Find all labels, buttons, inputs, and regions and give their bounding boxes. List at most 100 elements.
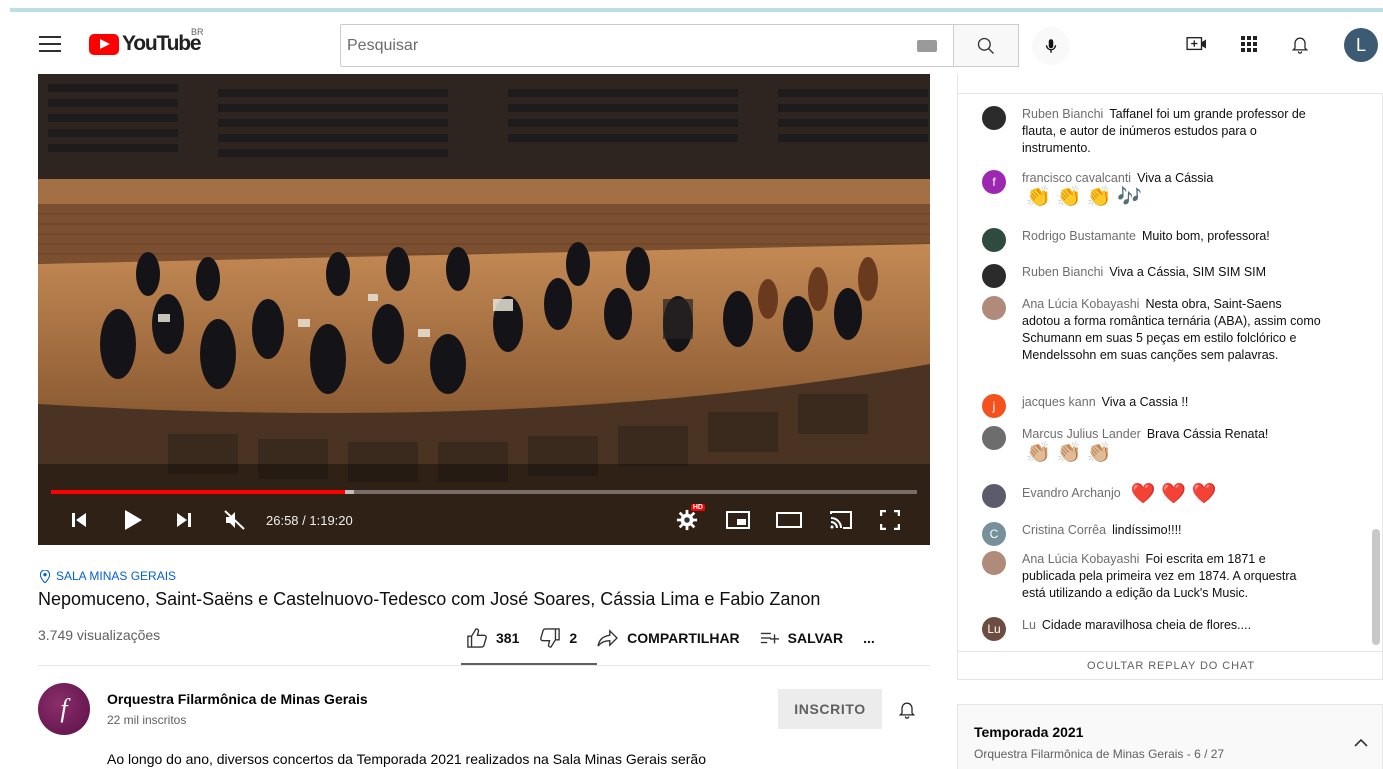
thumbs-down-icon bbox=[540, 628, 561, 648]
more-actions-label: ... bbox=[863, 630, 875, 646]
chat-avatar[interactable] bbox=[982, 106, 1006, 130]
chat-message-body: jacques kann Viva a Cassia !! bbox=[1022, 394, 1322, 418]
microphone-icon bbox=[1045, 39, 1057, 53]
add-to-playlist-icon bbox=[760, 632, 779, 644]
video-description: Ao longo do ano, diversos concertos da T… bbox=[107, 751, 706, 767]
muted-volume-icon[interactable] bbox=[221, 506, 249, 534]
subscribed-button[interactable]: INSCRITO bbox=[778, 689, 882, 729]
settings-gear-icon[interactable]: HD bbox=[674, 504, 705, 534]
location-link[interactable]: SALA MINAS GERAIS bbox=[40, 569, 176, 583]
chat-avatar[interactable]: j bbox=[982, 394, 1006, 418]
search-box[interactable] bbox=[340, 24, 954, 67]
miniplayer-icon[interactable] bbox=[724, 506, 752, 534]
save-label: SALVAR bbox=[787, 630, 844, 646]
chat-author: francisco cavalcanti bbox=[1022, 171, 1132, 185]
player-controls: 26:58 / 1:19:20 HD bbox=[38, 498, 930, 545]
chat-avatar[interactable] bbox=[982, 296, 1006, 320]
chat-message-body: Ruben Bianchi Taffanel foi um grande prof… bbox=[1022, 106, 1322, 157]
chat-author: Ana Lúcia Kobayashi bbox=[1022, 297, 1140, 311]
youtube-logo[interactable]: YouTube BR bbox=[89, 27, 204, 56]
chat-avatar[interactable] bbox=[982, 551, 1006, 575]
chat-message: Ana Lúcia Kobayashi Foi escrita em 1871 e… bbox=[982, 551, 1342, 602]
chat-avatar[interactable] bbox=[982, 484, 1006, 508]
channel-name[interactable]: Orquestra Filarmônica de Minas Gerais bbox=[107, 691, 368, 707]
cast-icon[interactable] bbox=[826, 506, 856, 534]
subscriber-count: 22 mil inscritos bbox=[107, 713, 187, 727]
location-pin-icon bbox=[40, 569, 50, 583]
region-code: BR bbox=[191, 27, 204, 37]
chat-text: Brava Cássia Renata! bbox=[1146, 427, 1269, 441]
chat-author: Ruben Bianchi bbox=[1022, 265, 1104, 279]
chat-message: Ana Lúcia Kobayashi Nesta obra, Saint-Sae… bbox=[982, 296, 1342, 364]
chevron-up-icon[interactable] bbox=[1354, 735, 1368, 753]
chat-text: Viva a Cássia, SIM SIM SIM bbox=[1109, 265, 1267, 279]
share-label: COMPARTILHAR bbox=[627, 630, 740, 646]
chat-scrollbar[interactable] bbox=[1372, 529, 1380, 645]
playlist-title: Temporada 2021 bbox=[974, 724, 1084, 740]
video-player[interactable]: 26:58 / 1:19:20 HD bbox=[38, 74, 930, 545]
location-label: SALA MINAS GERAIS bbox=[56, 569, 177, 583]
play-icon[interactable] bbox=[118, 506, 148, 534]
playlist-panel[interactable]: Temporada 2021 Orquestra Filarmônica de … bbox=[957, 704, 1383, 769]
chat-avatar[interactable] bbox=[982, 426, 1006, 450]
chat-message: C Cristina Corrêa lindíssimo!!!! bbox=[982, 522, 1342, 546]
like-button[interactable]: 381 bbox=[466, 628, 519, 648]
playlist-subtitle: Orquestra Filarmônica de Minas Gerais - … bbox=[974, 747, 1225, 761]
chat-avatar[interactable]: Lu bbox=[982, 617, 1006, 641]
chat-avatar[interactable]: C bbox=[982, 522, 1006, 546]
video-title: Nepomuceno, Saint-Saëns e Castelnuovo-Te… bbox=[38, 589, 821, 609]
hide-chat-replay-button[interactable]: OCULTAR REPLAY DO CHAT bbox=[958, 651, 1383, 680]
share-button[interactable]: COMPARTILHAR bbox=[597, 629, 740, 647]
channel-notifications-bell-icon[interactable] bbox=[897, 698, 917, 725]
fullscreen-icon[interactable] bbox=[876, 506, 904, 534]
chat-author: Rodrigo Bustamante bbox=[1022, 229, 1136, 243]
notifications-bell-icon[interactable] bbox=[1288, 32, 1312, 56]
like-count: 381 bbox=[496, 630, 520, 646]
hd-badge: HD bbox=[690, 504, 705, 511]
next-icon[interactable] bbox=[171, 506, 197, 534]
progress-played bbox=[51, 490, 346, 494]
chat-emoji: 👏 👏 👏 🎶 bbox=[1026, 186, 1143, 208]
view-count: 3.749 visualizações bbox=[38, 627, 161, 643]
voice-search-button[interactable] bbox=[1032, 27, 1070, 65]
dislike-button[interactable]: 2 bbox=[539, 628, 577, 648]
chat-author: jacques kann bbox=[1022, 395, 1096, 409]
more-actions-button[interactable]: ... bbox=[863, 630, 875, 646]
chat-message: Evandro Archanjo ❤️ ❤️ ❤️ bbox=[982, 484, 1342, 508]
chat-message: Ruben Bianchi Taffanel foi um grande prof… bbox=[982, 106, 1342, 157]
menu-icon[interactable] bbox=[38, 32, 62, 56]
chat-message-body: francisco cavalcanti Viva a Cássia👏 👏 👏 🎶 bbox=[1022, 170, 1322, 207]
chat-text: Viva a Cassia !! bbox=[1101, 395, 1189, 409]
chat-message-body: Lu Cidade maravilhosa cheia de flores.... bbox=[1022, 617, 1322, 641]
chat-author: Lu bbox=[1022, 618, 1036, 632]
account-avatar[interactable]: L bbox=[1344, 28, 1378, 62]
chat-emoji: ❤️ ❤️ ❤️ bbox=[1130, 483, 1217, 505]
chat-message-body: Ruben Bianchi Viva a Cássia, SIM SIM SIM bbox=[1022, 264, 1322, 288]
keyboard-icon[interactable] bbox=[917, 40, 937, 52]
video-progress-bar[interactable] bbox=[51, 490, 917, 494]
channel-avatar[interactable]: f bbox=[38, 683, 90, 735]
chat-avatar[interactable] bbox=[982, 228, 1006, 252]
search-input[interactable] bbox=[347, 36, 907, 55]
divider bbox=[38, 665, 930, 666]
chat-message-body: Cristina Corrêa lindíssimo!!!! bbox=[1022, 522, 1322, 546]
chat-text: Viva a Cássia bbox=[1137, 171, 1214, 185]
orchestra-concert-frame bbox=[38, 74, 930, 545]
dislike-count: 2 bbox=[569, 630, 578, 646]
chat-author: Ana Lúcia Kobayashi bbox=[1022, 552, 1140, 566]
search-button[interactable] bbox=[953, 24, 1019, 67]
thumbs-up-icon bbox=[467, 628, 487, 648]
apps-grid-icon[interactable] bbox=[1237, 32, 1261, 56]
theater-mode-icon[interactable] bbox=[774, 506, 804, 534]
youtube-play-icon bbox=[89, 33, 119, 55]
chat-avatar[interactable]: f bbox=[982, 170, 1006, 194]
chat-message: Marcus Julius Lander Brava Cássia Renata!… bbox=[982, 426, 1342, 463]
save-button[interactable]: SALVAR bbox=[760, 630, 843, 646]
action-bar: 381 2 COMPARTILHAR SALVAR ... bbox=[466, 625, 895, 651]
chat-avatar[interactable] bbox=[982, 264, 1006, 288]
previous-icon[interactable] bbox=[66, 506, 92, 534]
chat-author: Cristina Corrêa bbox=[1022, 523, 1107, 537]
chat-author: Marcus Julius Lander bbox=[1022, 427, 1141, 441]
chat-message: Rodrigo Bustamante Muito bom, professora! bbox=[982, 228, 1342, 252]
create-video-icon[interactable] bbox=[1185, 32, 1209, 56]
